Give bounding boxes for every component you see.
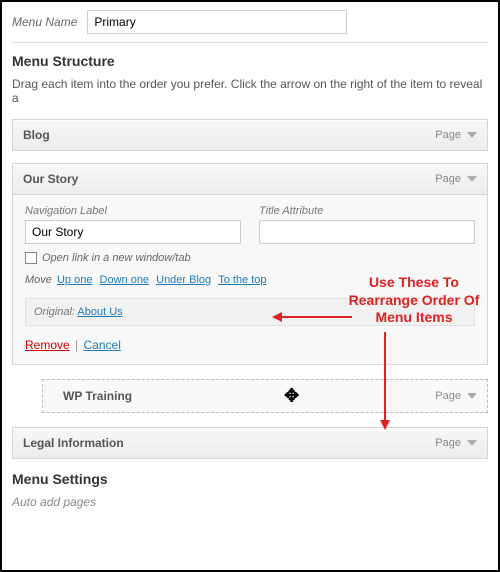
menu-item-meta: Page — [435, 129, 477, 141]
original-link[interactable]: About Us — [77, 306, 122, 318]
move-down-link[interactable]: Down one — [100, 274, 150, 286]
item-actions: Remove | Cancel — [25, 338, 475, 352]
menu-item-wp-training[interactable]: WP Training Page ✥ — [42, 379, 488, 413]
cancel-link[interactable]: Cancel — [84, 338, 121, 352]
new-tab-checkbox[interactable] — [25, 252, 37, 264]
original-box: Original: About Us — [25, 298, 475, 326]
title-attribute-caption: Title Attribute — [259, 205, 475, 217]
move-under-link[interactable]: Under Blog — [156, 274, 211, 286]
auto-add-pages-label: Auto add pages — [12, 495, 488, 509]
remove-link[interactable]: Remove — [25, 338, 70, 352]
move-cursor-icon: ✥ — [284, 386, 299, 407]
chevron-down-icon[interactable] — [467, 440, 477, 446]
menu-item-legal-information[interactable]: Legal Information Page — [12, 427, 488, 459]
move-label: Move — [25, 274, 52, 286]
menu-name-row: Menu Name — [12, 10, 488, 43]
title-attribute-input[interactable] — [259, 220, 475, 244]
menu-item-our-story[interactable]: Our Story Page — [12, 163, 488, 195]
move-controls: Move Up one Down one Under Blog To the t… — [25, 274, 475, 286]
move-up-link[interactable]: Up one — [57, 274, 92, 286]
separator: | — [75, 338, 78, 352]
menu-item-blog[interactable]: Blog Page — [12, 119, 488, 151]
original-label: Original: — [34, 306, 75, 318]
menu-structure-help: Drag each item into the order you prefer… — [12, 77, 488, 105]
navigation-label-caption: Navigation Label — [25, 205, 241, 217]
menu-item-meta: Page — [435, 437, 477, 449]
menu-structure-heading: Menu Structure — [12, 53, 488, 69]
chevron-down-icon[interactable] — [467, 132, 477, 138]
move-top-link[interactable]: To the top — [218, 274, 266, 286]
menu-item-meta: Page — [435, 390, 477, 402]
menu-item-type: Page — [435, 173, 461, 185]
menu-item-type: Page — [435, 129, 461, 141]
chevron-down-icon[interactable] — [467, 176, 477, 182]
menu-item-type: Page — [435, 437, 461, 449]
menu-item-type: Page — [435, 390, 461, 402]
menu-item-meta: Page — [435, 173, 477, 185]
menu-item-title: Our Story — [23, 172, 78, 186]
new-tab-label: Open link in a new window/tab — [42, 252, 191, 264]
navigation-label-input[interactable] — [25, 220, 241, 244]
menu-settings-heading: Menu Settings — [12, 471, 488, 487]
menu-item-title: Legal Information — [23, 436, 124, 450]
menu-item-title: Blog — [23, 128, 50, 142]
menu-name-label: Menu Name — [12, 15, 77, 29]
menu-item-our-story-panel: Navigation Label Title Attribute Open li… — [12, 195, 488, 365]
menu-name-input[interactable] — [87, 10, 347, 34]
chevron-down-icon[interactable] — [467, 393, 477, 399]
menu-item-title: WP Training — [63, 389, 132, 403]
